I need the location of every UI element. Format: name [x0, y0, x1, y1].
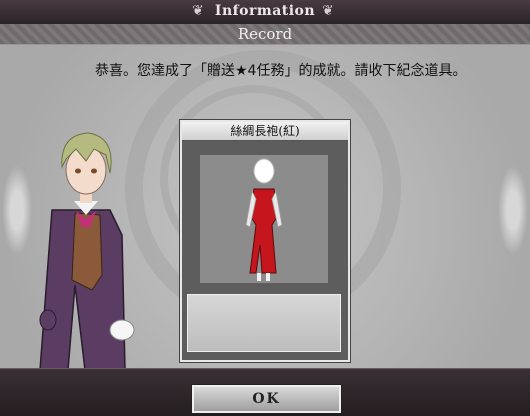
right-side-ornament-icon: [498, 165, 528, 255]
achievement-message: 恭喜。您達成了「贈送★4任務」的成就。請收下紀念道具。: [95, 63, 467, 79]
ornament-right-icon: ❦: [322, 3, 334, 19]
reward-item-image: [200, 155, 328, 283]
reward-item-description-panel: [187, 294, 341, 352]
dialog-subtitle: Record: [237, 25, 293, 43]
ok-button[interactable]: OK: [192, 385, 341, 413]
red-robe-icon: [245, 158, 283, 281]
subtitle-bar: Record: [0, 24, 530, 45]
dialog-title: Information: [214, 3, 316, 19]
achievement-dialog: ❦ Information ❦ Record 恭喜。您達成了「贈送★4任務」的成…: [0, 0, 530, 416]
character-portrait: [39, 132, 135, 368]
title-bar: ❦ Information ❦: [0, 0, 530, 25]
reward-item-card: 絲綢長袍(紅): [180, 120, 350, 362]
content-area: 恭喜。您達成了「贈送★4任務」的成就。請收下紀念道具。 絲綢長袍(紅): [0, 45, 530, 368]
reward-item-name: 絲綢長袍(紅): [182, 122, 348, 141]
left-side-ornament-icon: [2, 165, 32, 255]
bottom-bar: OK: [0, 368, 530, 416]
